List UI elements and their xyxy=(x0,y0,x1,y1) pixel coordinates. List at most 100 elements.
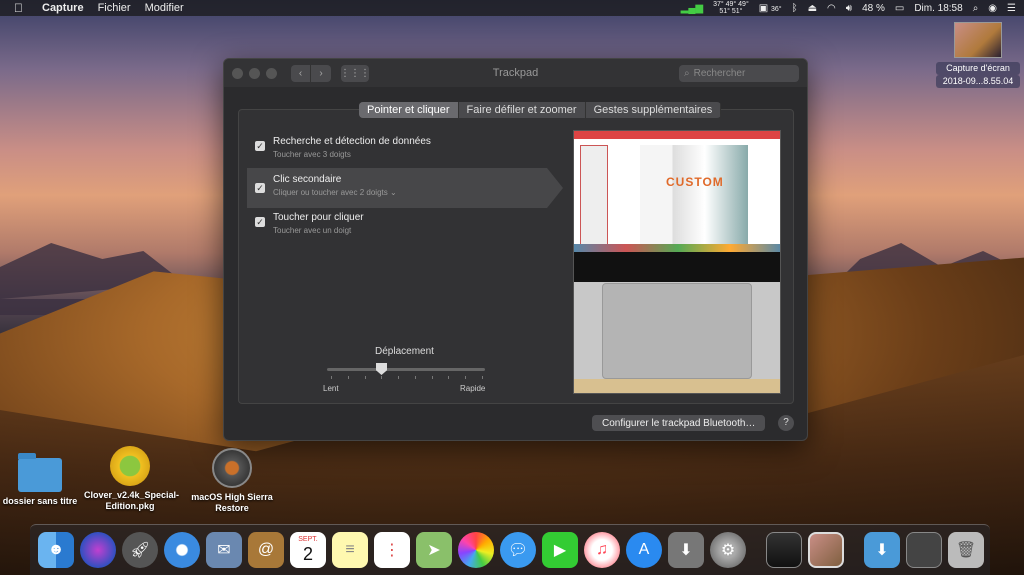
option-clic-secondaire[interactable]: ✓ Clic secondaire Cliquer ou toucher ave… xyxy=(247,168,563,208)
menu-app-name[interactable]: Capture xyxy=(42,2,84,14)
slider-max-label: Rapide xyxy=(460,384,486,393)
show-all-button[interactable]: ⋮⋮⋮ xyxy=(340,64,370,82)
search-placeholder: Rechercher xyxy=(693,67,746,79)
desktop-screenshot-file[interactable]: Capture d'écran 2018-09...8.55.04 xyxy=(936,22,1020,88)
option-subtitle: Toucher avec un doigt xyxy=(273,226,352,235)
battery-icon[interactable]: ▭ xyxy=(895,3,904,14)
checkbox-clic-secondaire[interactable]: ✓ xyxy=(255,183,265,193)
preview-keyboard xyxy=(574,252,780,282)
menu-modifier[interactable]: Modifier xyxy=(145,2,184,14)
grid-icon: ⋮⋮⋮ xyxy=(340,67,370,79)
desktop-clover-pkg[interactable]: Clover_v2.4k_Special-Edition.pkg xyxy=(84,446,180,512)
close-button[interactable] xyxy=(232,67,243,79)
signal-icon[interactable]: ▂▄▆ xyxy=(681,3,703,14)
preview-dock xyxy=(574,244,780,252)
temps-bottom: 51° 51° xyxy=(719,8,743,15)
checkbox-toucher[interactable]: ✓ xyxy=(255,217,265,227)
file-label: Clover_v2.4k_Special-Edition.pkg xyxy=(84,490,180,511)
configure-bluetooth-trackpad-button[interactable]: Configurer le trackpad Bluetooth… xyxy=(592,415,766,431)
contacts-icon[interactable]: @ xyxy=(248,532,284,568)
chevron-left-icon: ‹ xyxy=(298,67,303,79)
search-field[interactable]: ⌕ Rechercher xyxy=(679,64,799,82)
system-preferences-icon[interactable]: ⚙ xyxy=(710,532,746,568)
clover-icon xyxy=(110,446,150,486)
cpu-temp[interactable]: ▣ 36° xyxy=(759,3,782,14)
folder-icon xyxy=(18,453,62,492)
option-subtitle-dropdown[interactable]: Cliquer ou toucher avec 2 doigts ⌄ xyxy=(273,188,547,197)
preview-page xyxy=(640,145,748,247)
downloads-folder-icon[interactable]: ⬇ xyxy=(864,532,900,568)
screenshot-label-line2: 2018-09...8.55.04 xyxy=(936,75,1020,88)
option-toucher[interactable]: ✓ Toucher pour cliquer Toucher avec un d… xyxy=(247,212,555,235)
maps-icon[interactable]: ➤ xyxy=(416,532,452,568)
itunes-icon[interactable]: ♫ xyxy=(584,532,620,568)
forward-button[interactable]: › xyxy=(311,64,331,82)
bluetooth-icon[interactable]: ᛒ xyxy=(792,3,798,14)
cpu-temp-value: 36° xyxy=(770,5,782,13)
temps-top: 37° 49° 49° xyxy=(713,1,749,8)
notification-center-icon[interactable]: ☰ xyxy=(1007,3,1016,14)
screenshot-thumbnail xyxy=(954,22,1002,58)
option-recherche[interactable]: ✓ Recherche et détection de données Touc… xyxy=(247,136,555,159)
option-title: Recherche et détection de données xyxy=(273,136,431,147)
apple-icon[interactable]:  xyxy=(14,1,26,15)
clock[interactable]: Dim. 18:58 xyxy=(914,3,962,14)
notes-icon[interactable]: ≡ xyxy=(332,532,368,568)
desktop-folder[interactable]: dossier sans titre xyxy=(0,453,86,507)
preview-text: CUSTOM xyxy=(666,175,724,189)
file-label: dossier sans titre xyxy=(2,496,78,506)
desktop-high-sierra-restore[interactable]: macOS High Sierra Restore xyxy=(186,448,278,514)
menu-bar:  Capture Fichier Modifier ▂▄▆ 37° 49° 4… xyxy=(0,0,1024,16)
messages-icon[interactable]: 💬︎ xyxy=(500,532,536,568)
zoom-button[interactable] xyxy=(266,67,277,79)
speed-slider-thumb[interactable] xyxy=(376,363,387,375)
eject-icon[interactable]: ⏏ xyxy=(808,3,817,14)
slider-ticks xyxy=(331,376,483,379)
disk-image-icon xyxy=(212,448,252,488)
facetime-icon[interactable]: ▶ xyxy=(542,532,578,568)
slider-min-label: Lent xyxy=(323,384,339,393)
title-bar: ‹ › ⋮⋮⋮ Trackpad ⌕ Rechercher xyxy=(224,59,807,87)
help-button[interactable]: ? xyxy=(778,415,794,431)
mail-icon[interactable]: ✉ xyxy=(206,532,242,568)
tab-gestes[interactable]: Gestes supplémentaires xyxy=(586,102,722,118)
launchpad-icon[interactable]: 🚀︎ xyxy=(122,532,158,568)
finder-icon[interactable]: ☻ xyxy=(38,532,74,568)
tab-pointer-et-cliquer[interactable]: Pointer et cliquer xyxy=(359,102,459,118)
tab-bar: Pointer et cliquer Faire défiler et zoom… xyxy=(359,102,722,118)
back-button[interactable]: ‹ xyxy=(291,64,311,82)
calendar-day: 2 xyxy=(302,544,313,564)
dock: ☻ 🚀︎ ✉ @ SEPT. 2 ≡ ⋮ ➤ 💬︎ ▶ ♫ A ⬇ ⚙ ⬇ 🗑︎ xyxy=(30,524,990,575)
battery-percent[interactable]: 48 % xyxy=(862,3,885,14)
photos-icon[interactable] xyxy=(458,532,494,568)
settings-panel: Pointer et cliquer Faire défiler et zoom… xyxy=(238,102,794,404)
reminders-icon[interactable]: ⋮ xyxy=(374,532,410,568)
chevron-right-icon: › xyxy=(319,67,323,79)
file-label: macOS High Sierra Restore xyxy=(191,492,273,513)
app-store-icon[interactable]: A xyxy=(626,532,662,568)
siri-icon[interactable] xyxy=(80,532,116,568)
search-icon: ⌕ xyxy=(684,67,690,79)
option-title: Toucher pour cliquer xyxy=(273,212,364,223)
menu-fichier[interactable]: Fichier xyxy=(98,2,131,14)
installer-icon[interactable]: ⬇ xyxy=(668,532,704,568)
preview-trackpad xyxy=(602,283,752,379)
cpu-icon: ▣ xyxy=(758,2,769,14)
preview-sidebar xyxy=(580,145,608,245)
safari-icon[interactable] xyxy=(164,532,200,568)
preview-app-icon[interactable] xyxy=(808,532,844,568)
imac-icon[interactable] xyxy=(766,532,802,568)
wifi-icon[interactable]: ◠ xyxy=(827,3,836,14)
minimize-button[interactable] xyxy=(249,67,260,79)
temperature-readout[interactable]: 37° 49° 49° 51° 51° xyxy=(713,1,749,15)
trash-icon[interactable]: 🗑︎ xyxy=(948,532,984,568)
calendar-icon[interactable]: SEPT. 2 xyxy=(290,532,326,568)
search-icon[interactable]: ⌕ xyxy=(973,3,979,14)
tab-faire-defiler[interactable]: Faire défiler et zoomer xyxy=(459,102,586,118)
speed-slider-track[interactable] xyxy=(327,368,485,371)
screenshot-label-line1: Capture d'écran xyxy=(936,62,1020,75)
siri-icon[interactable]: ◉ xyxy=(988,3,997,14)
checkbox-recherche[interactable]: ✓ xyxy=(255,141,265,151)
screenshot-stack-icon[interactable] xyxy=(906,532,942,568)
volume-icon[interactable]: 🔊︎ xyxy=(846,3,852,14)
